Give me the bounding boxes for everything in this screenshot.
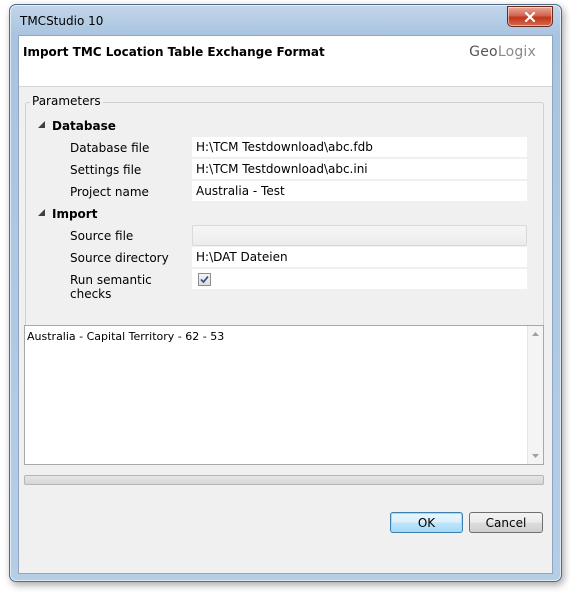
group-label-database: Database (52, 119, 116, 133)
group-label-import: Import (52, 207, 98, 221)
property-label: Settings file (70, 163, 142, 177)
checkmark-icon (200, 275, 209, 284)
log-line: Australia - Capital Territory - 62 - 53 (27, 330, 225, 343)
dialog-header: Import TMC Location Table Exchange Forma… (19, 36, 552, 87)
source-directory-value[interactable]: H:\DAT Dateien (192, 247, 527, 268)
scroll-down-icon[interactable] (532, 454, 539, 458)
cancel-button[interactable]: Cancel (469, 512, 543, 533)
database-file-value[interactable]: H:\TCM Testdownload\abc.fdb (192, 137, 527, 158)
geologix-logo: GeoLogix (469, 44, 536, 60)
property-grid: Database Database file H:\TCM Testdownlo… (26, 115, 535, 301)
log-vertical-scrollbar[interactable] (527, 326, 543, 464)
close-icon (524, 11, 536, 22)
logo-text-logix: Logix (497, 44, 536, 60)
settings-file-value[interactable]: H:\TCM Testdownload\abc.ini (192, 159, 527, 180)
collapse-triangle-icon[interactable] (38, 121, 45, 128)
progress-bar (24, 475, 544, 485)
run-semantic-checks-cell (192, 269, 527, 290)
log-output-textarea[interactable]: Australia - Capital Territory - 62 - 53 (24, 325, 544, 465)
dialog-heading: Import TMC Location Table Exchange Forma… (23, 45, 325, 59)
property-label: Project name (70, 185, 149, 199)
property-row-database-file: Database file H:\TCM Testdownload\abc.fd… (26, 137, 535, 159)
property-row-project-name: Project name Australia - Test (26, 181, 535, 203)
property-label: Database file (70, 141, 150, 155)
close-button[interactable] (507, 6, 553, 27)
group-database[interactable]: Database (26, 115, 535, 137)
run-semantic-checks-checkbox[interactable] (198, 273, 211, 286)
property-label: Source directory (70, 251, 169, 265)
title-bar[interactable]: TMCStudio 10 (10, 5, 561, 35)
property-row-source-directory: Source directory H:\DAT Dateien (26, 247, 535, 269)
group-import[interactable]: Import (26, 203, 535, 225)
property-label: Run semantic checks (70, 273, 152, 301)
project-name-value[interactable]: Australia - Test (192, 181, 527, 202)
source-file-input[interactable] (192, 225, 527, 246)
parameters-label: Parameters (30, 94, 103, 108)
window-title: TMCStudio 10 (20, 14, 104, 28)
dialog-window: TMCStudio 10 Import TMC Location Table E… (9, 4, 562, 582)
property-row-run-semantic-checks: Run semantic checks (26, 269, 535, 301)
logo-text-geo: Geo (469, 44, 498, 60)
property-row-settings-file: Settings file H:\TCM Testdownload\abc.in… (26, 159, 535, 181)
property-label: Source file (70, 229, 134, 243)
scroll-up-icon[interactable] (532, 332, 539, 336)
property-row-source-file: Source file (26, 225, 535, 247)
ok-button[interactable]: OK (390, 512, 463, 533)
collapse-triangle-icon[interactable] (38, 209, 45, 216)
parameters-group: Parameters Database Database file H:\TCM… (25, 94, 544, 342)
dialog-client-area: Import TMC Location Table Exchange Forma… (18, 35, 553, 574)
